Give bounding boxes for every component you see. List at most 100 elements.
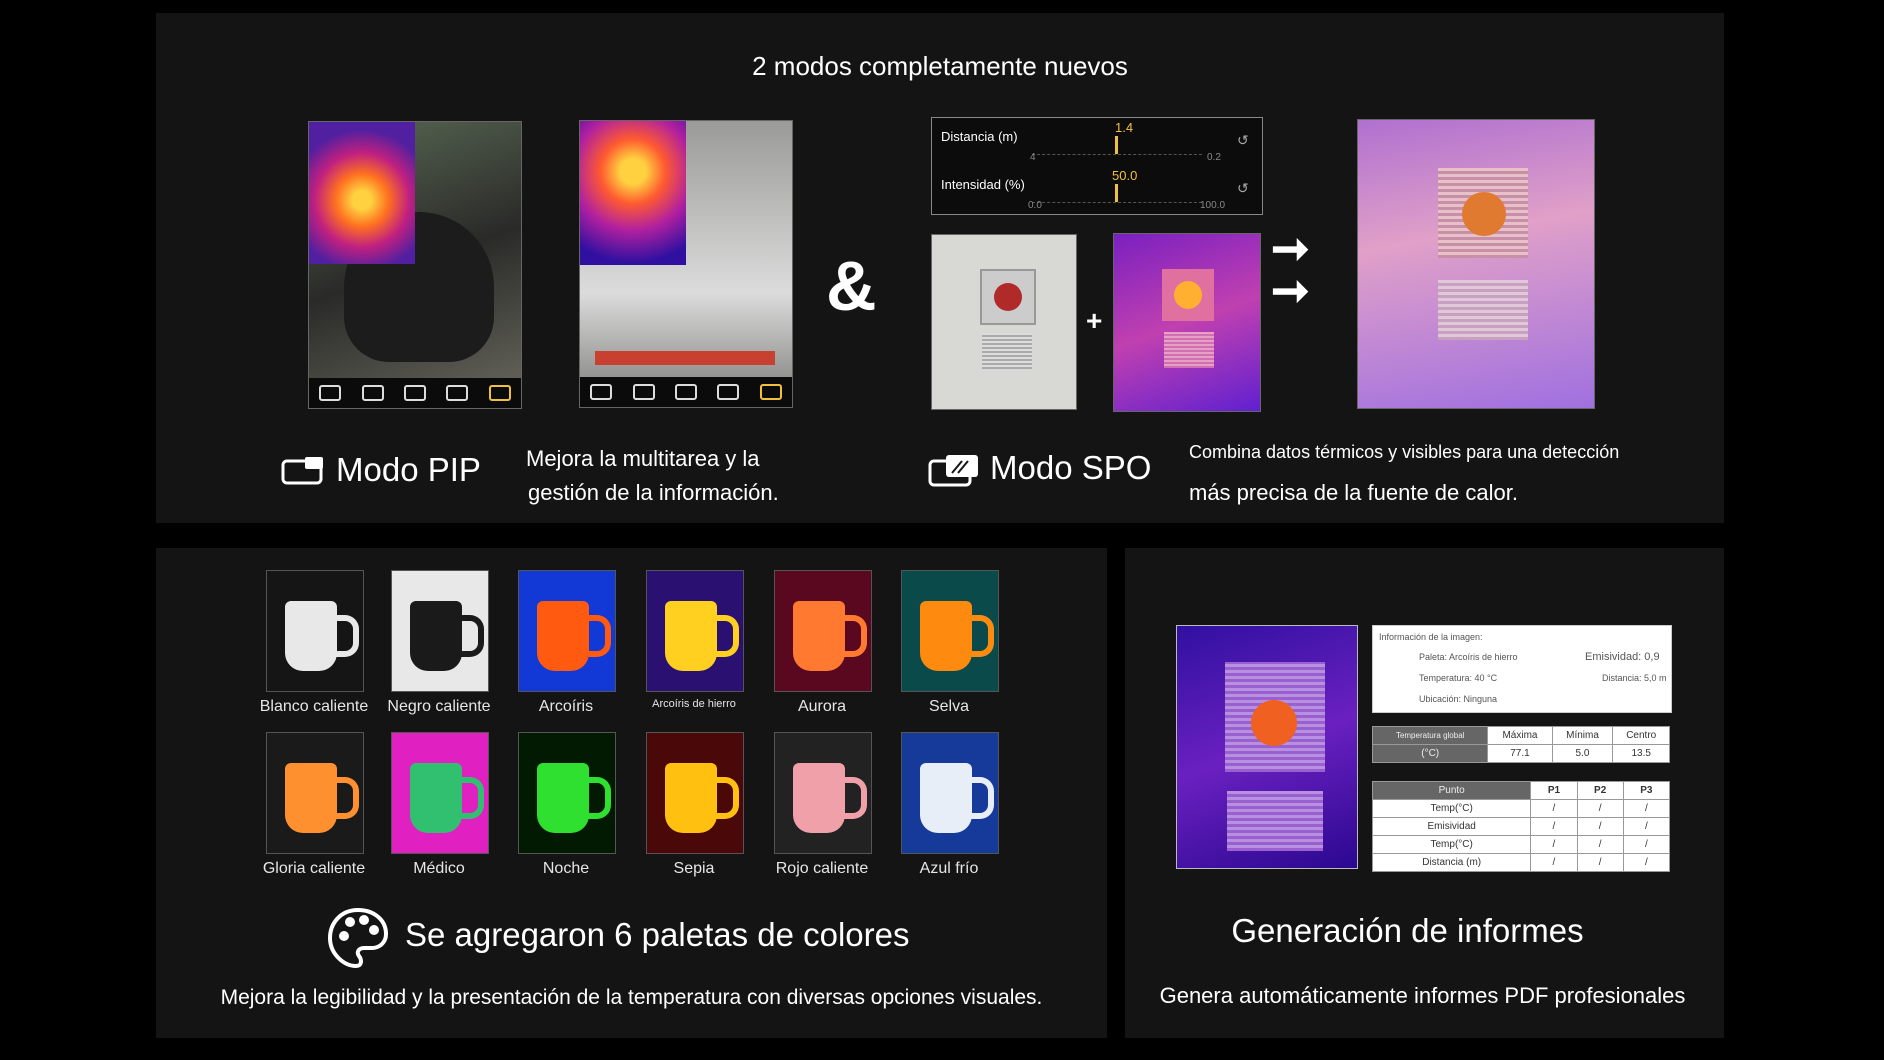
mug-handle <box>970 615 994 657</box>
pip-preview-room <box>579 120 793 408</box>
point-header: P3 <box>1622 781 1671 800</box>
slider-max-intensity: 100.0 <box>1200 200 1226 211</box>
palette-icon <box>326 906 390 970</box>
slider-min-distance: 4 <box>1030 152 1036 163</box>
reset-icon[interactable]: ↺ <box>1237 180 1249 197</box>
pip-title: Modo PIP <box>336 451 481 488</box>
palette-swatch[interactable] <box>391 570 489 692</box>
intensity-slider-handle[interactable] <box>1115 184 1118 202</box>
mix-icon[interactable] <box>674 384 697 400</box>
point-cell: / <box>1576 799 1624 818</box>
point-cell: / <box>1622 835 1671 854</box>
rgb-icon[interactable] <box>632 384 655 400</box>
palette-swatch[interactable] <box>774 732 872 854</box>
palette-swatch[interactable] <box>518 570 616 692</box>
global-cell: 77.1 <box>1487 744 1553 763</box>
vent-image <box>982 333 1032 369</box>
pip-desc-line2: gestión de la información. <box>528 480 779 505</box>
report-point-table: Punto P1 P2 P3 Temp(°C) / / / Emisividad / / / T… <box>1371 781 1671 872</box>
palettes-title: Se agregaron 6 paletas de colores <box>405 916 910 953</box>
point-row-label: Emisividad <box>1371 817 1532 836</box>
palette-swatch[interactable] <box>646 570 744 692</box>
new-modes-panel: 2 modos completamente nuevos & Distancia… <box>156 13 1724 523</box>
global-header: Máxima <box>1487 726 1553 745</box>
arrow-right-icon: ➞ ➞ <box>1271 222 1310 316</box>
point-cell: / <box>1576 853 1624 872</box>
plus-sign: + <box>1086 305 1103 336</box>
palette-swatch[interactable] <box>266 732 364 854</box>
mix-icon[interactable] <box>403 385 426 401</box>
mug-image <box>537 763 589 833</box>
spo-desc-line2: más precisa de la fuente de calor. <box>1189 480 1518 505</box>
point-cell: / <box>1576 835 1624 854</box>
shelf-image <box>595 351 775 365</box>
palette-swatch[interactable] <box>774 570 872 692</box>
camera-toolbar <box>580 377 792 407</box>
mug-handle <box>335 615 359 657</box>
shape-icon[interactable] <box>319 385 342 401</box>
mug-handle <box>715 777 739 819</box>
global-cell: 5.0 <box>1551 744 1614 763</box>
palette-swatch[interactable] <box>266 570 364 692</box>
spot-icon[interactable] <box>446 385 469 401</box>
camera-toolbar <box>309 378 521 408</box>
mug-image <box>665 601 717 671</box>
global-header: Centro <box>1612 726 1670 745</box>
distance-slider-handle[interactable] <box>1115 136 1118 154</box>
palettes-panel: Blanco caliente Negro caliente Arcoíris Arc… <box>156 548 1107 1038</box>
intensity-slider[interactable] <box>1032 184 1202 203</box>
point-cell: / <box>1622 799 1671 818</box>
report-info-box: Información de la imagen: Paleta: Arcoír… <box>1372 625 1672 713</box>
palette-swatch[interactable] <box>518 732 616 854</box>
palette-swatch[interactable] <box>901 732 999 854</box>
mug-handle <box>587 777 611 819</box>
mug-image <box>285 601 337 671</box>
info-distancia: Distancia: 5,0 m <box>1602 673 1667 683</box>
palette-label: Arcoíris de hierro <box>652 698 736 710</box>
slider-label-distance: Distancia (m) <box>941 129 1018 144</box>
mug-handle <box>460 615 484 657</box>
mug-image <box>793 601 845 671</box>
mug-image <box>793 763 845 833</box>
global-cell: 13.5 <box>1612 744 1670 763</box>
fan-fused <box>1438 168 1528 258</box>
slider-value-intensity: 50.0 <box>1112 168 1138 183</box>
palette-label: Gloria caliente <box>262 860 366 877</box>
spo-settings-panel: Distancia (m) 1.4 4 0.2 ↺ Intensidad (%)… <box>931 117 1263 215</box>
mug-image <box>665 763 717 833</box>
info-emisividad: Emisividad: 0,9 <box>1585 651 1660 663</box>
slider-min-intensity: 0.0 <box>1028 200 1042 211</box>
point-row-label: Distancia (m) <box>1371 853 1532 872</box>
point-header: Punto <box>1371 781 1532 800</box>
slider-label-intensity: Intensidad (%) <box>941 177 1025 192</box>
palette-label: Blanco caliente <box>259 698 369 715</box>
mug-handle <box>460 777 484 819</box>
pip-window-icon <box>281 455 325 485</box>
point-header: P2 <box>1576 781 1624 800</box>
global-header: Mínima <box>1551 726 1614 745</box>
palette-label: Rojo caliente <box>775 860 869 877</box>
pip-icon[interactable] <box>759 384 782 400</box>
distance-slider[interactable] <box>1032 136 1202 155</box>
fan-thermal <box>1162 269 1214 321</box>
palettes-desc: Mejora la legibilidad y la presentación … <box>220 986 1043 1009</box>
global-header: Temperatura global <box>1371 726 1489 745</box>
palette-label: Aurora <box>797 698 847 715</box>
point-cell: / <box>1622 853 1671 872</box>
spot-icon[interactable] <box>717 384 740 400</box>
palette-label: Médico <box>413 860 465 877</box>
palette-swatch[interactable] <box>646 732 744 854</box>
palette-swatch[interactable] <box>901 570 999 692</box>
shape-icon[interactable] <box>590 384 613 400</box>
reports-desc: Genera automáticamente informes PDF prof… <box>1159 983 1686 1008</box>
pip-icon[interactable] <box>488 385 511 401</box>
palette-label: Negro caliente <box>387 698 491 715</box>
spo-window-icon <box>928 453 980 489</box>
info-ubicacion: Ubicación: Ninguna <box>1419 694 1498 704</box>
info-temperatura: Temperatura: 40 °C <box>1419 673 1498 683</box>
modes-heading: 2 modos completamente nuevos <box>752 51 1128 81</box>
fan-image <box>980 269 1036 325</box>
rgb-icon[interactable] <box>361 385 384 401</box>
palette-swatch[interactable] <box>391 732 489 854</box>
reset-icon[interactable]: ↺ <box>1237 132 1249 149</box>
